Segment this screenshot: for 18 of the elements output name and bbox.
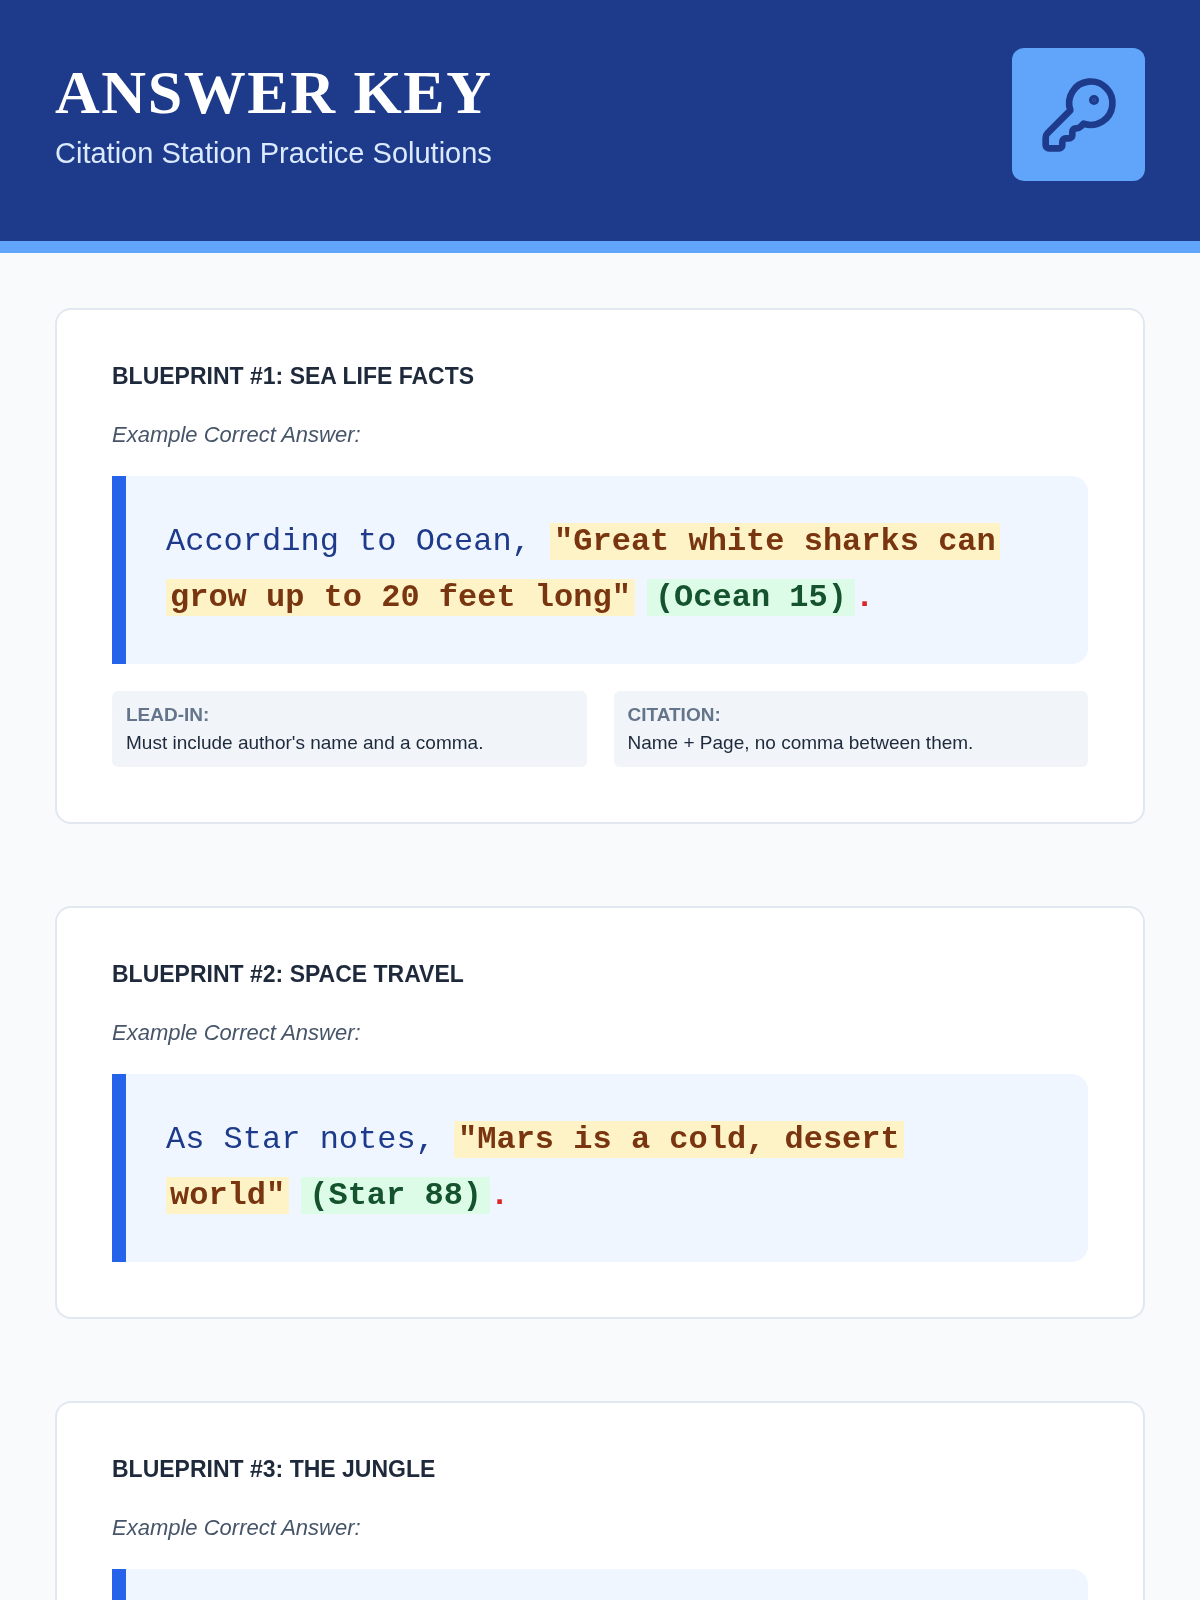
note-text: Must include author's name and a comma. xyxy=(126,730,485,755)
example-label: Example Correct Answer: xyxy=(112,424,362,446)
example-label: Example Correct Answer: xyxy=(112,1516,362,1539)
citation-highlight: (Ocean 15) xyxy=(646,579,855,616)
lead-in-text: As Star notes, xyxy=(166,1120,436,1158)
blueprint-heading: BLUEPRINT #1: SEA LIFE FACTS xyxy=(112,365,476,388)
note-text: Name + Page, no comma between them. xyxy=(627,730,975,755)
blueprint-heading: BLUEPRINT #3: THE JUNGLE xyxy=(112,1457,437,1481)
page-subtitle: Citation Station Practice Solutions xyxy=(55,139,493,168)
note-title: CITATION: xyxy=(627,703,722,727)
blueprint-heading: BLUEPRINT #2: SPACE TRAVEL xyxy=(112,962,465,986)
example-label: Example Correct Answer: xyxy=(112,1021,362,1044)
page-title: ANSWER KEY xyxy=(55,61,493,123)
lead-in-text: According to Ocean, xyxy=(166,523,532,560)
note-title: LEAD-IN: xyxy=(126,703,211,727)
period-mark: . xyxy=(854,579,875,616)
citation-highlight: (Star 88) xyxy=(301,1176,491,1214)
period-mark: . xyxy=(490,1176,510,1214)
